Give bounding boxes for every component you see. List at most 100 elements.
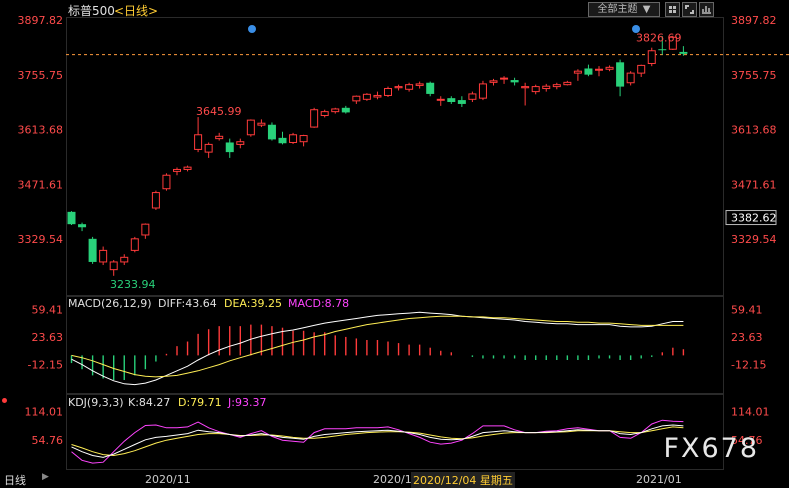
candle-body [299,135,308,143]
candle-body [478,83,487,99]
macd-dea: DEA:39.25 [224,297,282,310]
candle-body [194,134,203,150]
candle-body [552,84,561,88]
candle-body [563,81,572,86]
candle-body [584,68,593,75]
candle-body [310,109,319,128]
candle-body [109,261,118,271]
candle-body [373,94,382,98]
record-dot-icon [2,398,7,403]
candle-body [331,108,340,113]
candle-body [500,77,509,80]
price-high-annot-left: 3645.99 [196,105,242,118]
candle-body [447,98,456,103]
candle-body [436,98,445,101]
macd-axis-tick: 59.41 [731,304,763,317]
candle-body [267,124,276,140]
candle-body [626,72,635,84]
candle-body [141,223,150,236]
price-axis-tick-left: 3613.68 [18,124,64,137]
event-marker-icon [248,25,256,33]
candle-body [183,166,192,170]
price-axis-tick-left: 3897.82 [18,14,64,27]
candle-body [542,85,551,90]
macd-diff: DIFF:43.64 [158,297,217,310]
price-axis-tick: 3755.75 [731,69,777,82]
macd-axis-tick-left: -12.15 [28,359,63,372]
candle-body [99,249,108,263]
xaxis-label-3: 2021/01 [636,473,682,486]
candle-body [362,93,371,100]
candle-body [204,143,213,153]
candle-body [394,86,403,89]
triangle-right-icon: ▶ [42,472,49,482]
kdj-label: KDJ(9,3,3) [68,396,124,409]
candle-body [320,111,329,117]
candle-body [88,238,97,262]
candle-body [215,135,224,140]
candle-body [616,62,625,87]
candle-body [647,50,656,64]
candle-body [162,174,171,190]
price-axis-tick: 3613.68 [731,124,777,137]
crosshair-date-label: 2020/12/04 星期五 [411,472,515,488]
candle-body [246,119,255,136]
candle-body [289,134,298,143]
candle-body [120,256,129,263]
macd-axis-tick: 23.63 [731,331,763,344]
candle-body [595,68,603,71]
candle-body [637,64,646,74]
candle-body [151,192,160,209]
kdj-axis-tick: 114.01 [731,406,770,419]
price-high-annot: 3826.69 [636,31,682,44]
candle-body [352,95,361,102]
candle-body [426,82,435,94]
macd-label: MACD(26,12,9) [68,297,152,310]
candle-body [67,211,76,225]
price-axis-tick: 3471.61 [731,178,777,191]
kdj-j-line [71,419,684,464]
candle-body [341,107,350,113]
macd-value: MACD:8.78 [288,297,350,310]
price-axis-tick-left: 3755.75 [18,69,64,82]
candle-body [225,142,234,153]
candle-body [415,83,424,86]
candle-body [457,100,466,104]
macd-axis-tick-left: 23.63 [32,331,64,344]
xaxis-label-1: 2020/11 [145,473,191,486]
macd-axis-tick-left: 59.41 [32,304,64,317]
price-axis-tick-left: 3329.54 [18,233,64,246]
candle-body [510,80,519,83]
candle-body [405,84,414,90]
candle-body [521,86,530,89]
candle-body [78,224,87,228]
macd-axis-tick: -12.15 [731,359,766,372]
price-axis-tick: 3329.54 [731,233,777,246]
event-marker-icon [632,25,640,33]
price-axis-tick-left: 3471.61 [18,178,64,191]
candle-body [605,66,614,70]
candle-body [236,141,245,145]
candle-body [679,51,688,54]
last-price-label: 3382.62 [731,212,777,225]
price-low-annot: 3233.94 [110,278,156,291]
candle-body [658,49,667,51]
price-axis-tick: 3897.82 [731,14,777,27]
candle-body [173,168,181,172]
kdj-j: J:93.37 [228,396,267,409]
candle-body [531,86,540,93]
watermark-logo: FX678 [663,433,759,464]
candle-body [489,80,498,83]
xaxis-label-2: 2020/1 [373,473,412,486]
candle-body [468,93,477,100]
period-tab-label: 日线 [4,474,26,487]
candle-body [384,88,392,96]
kdj-k: K:84.27 [128,396,171,409]
candle-body [130,238,139,251]
chart-canvas[interactable]: 3897.82 3897.82 3755.75 3755.75 3613.68 3613.… [0,0,789,488]
kdj-axis-tick-left: 54.76 [32,434,64,447]
kdj-axis-tick-left: 114.01 [25,406,64,419]
kdj-d: D:79.71 [178,396,222,409]
period-tab[interactable]: 日线 ▶ [4,472,50,487]
candle-body [257,122,266,126]
